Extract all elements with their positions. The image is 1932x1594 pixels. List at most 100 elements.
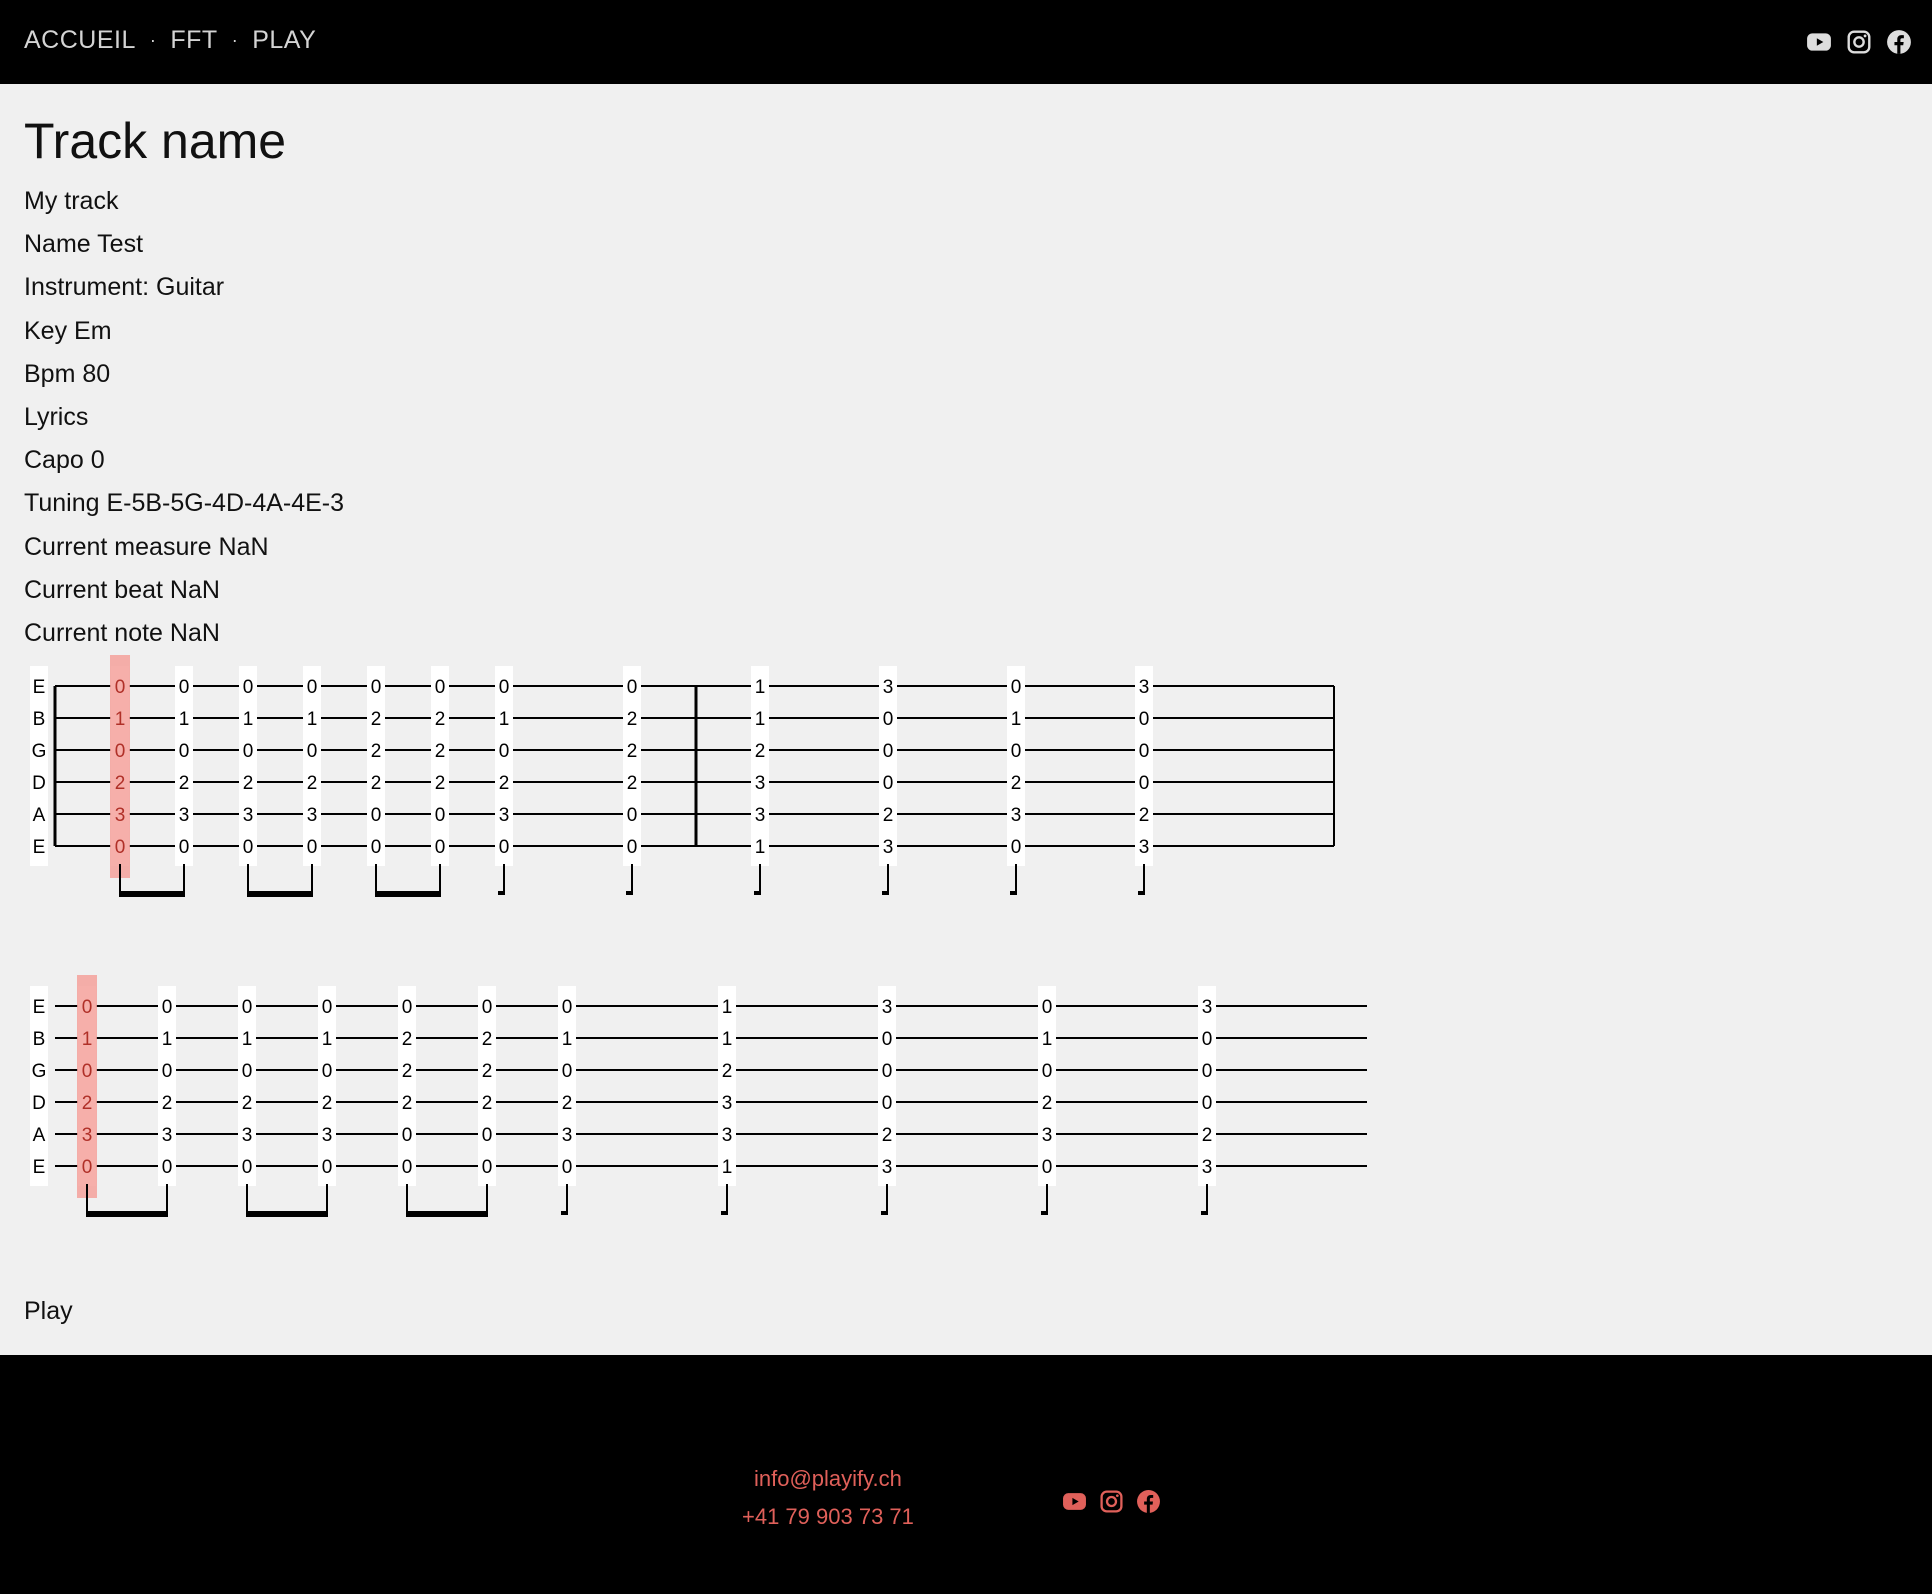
contact-phone[interactable]: +41 79 903 73 71	[742, 1504, 914, 1542]
tab-fret-number: 0	[307, 741, 318, 762]
tab-fret-number: 3	[755, 805, 766, 826]
tab-fret-number: 0	[371, 805, 382, 826]
tab-stem-foot	[721, 1211, 728, 1215]
tab-fret-number: 2	[482, 1029, 493, 1050]
tab-fret-number: 0	[162, 1061, 173, 1082]
tab-fret-number: 3	[162, 1125, 173, 1146]
tab-fret-number: 2	[243, 773, 254, 794]
tab-fret-number: 1	[162, 1029, 173, 1050]
tab-stem-foot	[561, 1211, 568, 1215]
contact-info: info@playify.ch +41 79 903 73 71	[742, 1466, 914, 1542]
tab-fret-number: 0	[883, 741, 894, 762]
tab-fret-number: 2	[882, 1125, 893, 1146]
tab-fret-number: 0	[627, 677, 638, 698]
tab-fret-number: 2	[627, 773, 638, 794]
tablature: EBGDAE0102300102300102300102300222000222…	[30, 655, 1367, 1217]
tab-fret-number: 0	[402, 1125, 413, 1146]
tab-fret-number: 0	[179, 677, 190, 698]
tab-fret-number: 0	[402, 1157, 413, 1178]
tab-fret-number: 2	[402, 1029, 413, 1050]
tab-fret-number: 0	[242, 997, 253, 1018]
tab-fret-number: 0	[162, 1157, 173, 1178]
tab-fret-number: 0	[499, 741, 510, 762]
tab-string-label: D	[32, 773, 46, 794]
tab-fret-number: 0	[435, 677, 446, 698]
tab-fret-number: 2	[322, 1093, 333, 1114]
tab-fret-number: 2	[755, 741, 766, 762]
tab-fret-number: 0	[882, 1061, 893, 1082]
tab-fret-number: 2	[482, 1093, 493, 1114]
tab-fret-number: 0	[242, 1061, 253, 1082]
tab-fret-number: 0	[1139, 773, 1150, 794]
tab-beam	[86, 1211, 168, 1217]
tab-fret-number: 2	[115, 773, 126, 794]
tab-fret-number: 3	[1042, 1125, 1053, 1146]
footer-social-links	[1062, 1489, 1161, 1514]
tab-fret-number: 1	[322, 1029, 333, 1050]
tab-stem-foot	[1041, 1211, 1048, 1215]
tab-fret-number: 0	[322, 997, 333, 1018]
tab-fret-number: 2	[435, 709, 446, 730]
tab-fret-number: 3	[1202, 1157, 1213, 1178]
tab-fret-number: 0	[1042, 1061, 1053, 1082]
youtube-icon[interactable]	[1062, 1489, 1087, 1514]
tab-fret-number: 0	[242, 1157, 253, 1178]
tab-fret-number: 2	[242, 1093, 253, 1114]
tab-fret-number: 2	[1011, 773, 1022, 794]
tab-fret-number: 0	[115, 837, 126, 858]
tab-fret-number: 2	[722, 1061, 733, 1082]
tab-fret-number: 2	[627, 741, 638, 762]
tab-fret-number: 0	[562, 1157, 573, 1178]
tab-string-label: B	[33, 1029, 46, 1050]
facebook-icon[interactable]	[1136, 1489, 1161, 1514]
tab-fret-number: 3	[1139, 837, 1150, 858]
tab-fret-number: 1	[755, 677, 766, 698]
tab-fret-number: 1	[499, 709, 510, 730]
tab-stem-foot	[881, 1211, 888, 1215]
tab-fret-number: 0	[883, 709, 894, 730]
tab-fret-number: 3	[82, 1125, 93, 1146]
tab-fret-number: 0	[1011, 837, 1022, 858]
contact-email[interactable]: info@playify.ch	[742, 1466, 914, 1504]
instagram-icon[interactable]	[1099, 1489, 1124, 1514]
tab-fret-number: 3	[179, 805, 190, 826]
tab-fret-number: 0	[243, 837, 254, 858]
tab-fret-number: 1	[307, 709, 318, 730]
tab-fret-number: 0	[1042, 1157, 1053, 1178]
play-button[interactable]: Play	[24, 1297, 73, 1326]
tab-fret-number: 0	[499, 837, 510, 858]
tab-string-label: A	[33, 805, 46, 826]
tab-fret-number: 2	[371, 741, 382, 762]
tab-fret-number: 2	[162, 1093, 173, 1114]
tab-fret-number: 1	[722, 997, 733, 1018]
tab-fret-number: 2	[435, 741, 446, 762]
tab-fret-number: 2	[499, 773, 510, 794]
tab-fret-number: 3	[722, 1093, 733, 1114]
tab-stem-foot	[1010, 891, 1017, 895]
tab-fret-number: 0	[627, 805, 638, 826]
tab-fret-number: 0	[435, 837, 446, 858]
tab-fret-number: 0	[1202, 1029, 1213, 1050]
tab-fret-number: 2	[82, 1093, 93, 1114]
tab-stem-foot	[1138, 891, 1145, 895]
tab-stem-foot	[1201, 1211, 1208, 1215]
tab-string-label: E	[33, 677, 46, 698]
tab-fret-number: 2	[627, 709, 638, 730]
tab-string-label: G	[32, 741, 47, 762]
tab-fret-number: 0	[882, 1093, 893, 1114]
tab-fret-number: 0	[562, 997, 573, 1018]
tab-fret-number: 2	[1139, 805, 1150, 826]
tab-fret-number: 0	[371, 837, 382, 858]
tab-fret-number: 3	[722, 1125, 733, 1146]
tab-fret-number: 0	[402, 997, 413, 1018]
tab-fret-number: 0	[1139, 709, 1150, 730]
tab-fret-number: 3	[115, 805, 126, 826]
tab-string-label: G	[32, 1061, 47, 1082]
tab-fret-number: 2	[435, 773, 446, 794]
tab-fret-number: 3	[243, 805, 254, 826]
tab-stem-foot	[498, 891, 505, 895]
tab-fret-number: 2	[562, 1093, 573, 1114]
tab-fret-number: 0	[162, 997, 173, 1018]
tab-fret-number: 2	[482, 1061, 493, 1082]
tab-fret-number: 0	[482, 1125, 493, 1146]
